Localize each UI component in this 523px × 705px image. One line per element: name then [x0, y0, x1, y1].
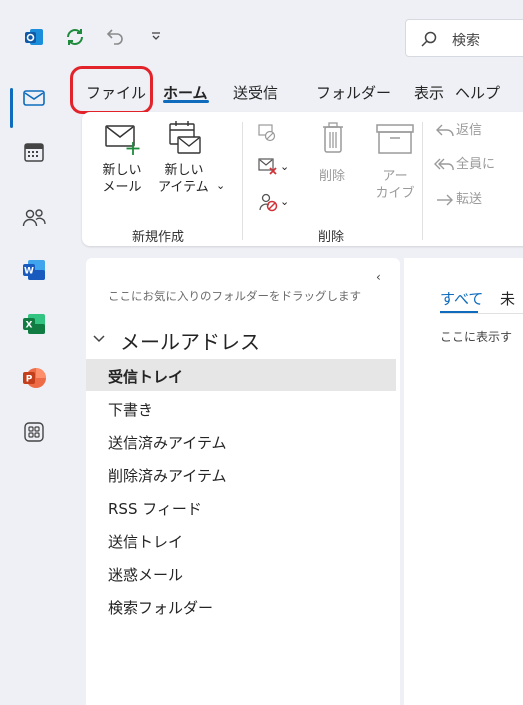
cleanup-icon: [258, 158, 277, 175]
folder-rss[interactable]: RSS フィード: [86, 491, 396, 523]
new-item-icon: [169, 121, 201, 154]
mail-icon: [23, 90, 45, 106]
reply-all-icon: [434, 158, 454, 171]
filter-unread-tab[interactable]: 未: [500, 288, 515, 309]
archive-label-1: アー: [382, 169, 408, 184]
filter-active-underline: [440, 311, 478, 313]
forward-icon: [437, 194, 453, 206]
cleanup-dropdown-icon: ⌄: [280, 160, 290, 173]
block-sender-icon: [259, 193, 278, 212]
qat-dropdown-icon[interactable]: [150, 30, 162, 42]
people-icon: [22, 209, 46, 227]
new-item-dropdown-icon: ⌄: [216, 179, 226, 192]
new-mail-label-1: 新しい: [102, 163, 142, 178]
powerpoint-icon: P: [23, 368, 46, 388]
trash-icon: [323, 122, 343, 153]
message-list: すべて 未 ここに表示す: [404, 258, 523, 705]
account-name: メールアドレス: [120, 330, 260, 354]
group-separator: [242, 122, 243, 240]
folder-label: 検索フォルダー: [108, 599, 214, 617]
excel-icon: X: [23, 314, 45, 334]
favorites-hint: ここにお気に入りのフォルダーをドラッグします: [108, 289, 361, 303]
delete-label: 削除: [318, 169, 345, 184]
outlook-logo-icon[interactable]: [24, 28, 44, 46]
tab-send-receive[interactable]: 送受信: [233, 82, 278, 103]
ribbon: 新しい メール 新しい アイテム ⌄ 新規作成 ⌄ ⌄ 削除 アー カイブ 削除…: [82, 112, 523, 246]
rail-mail[interactable]: [14, 78, 54, 118]
archive-label-2: カイブ: [375, 186, 415, 201]
delete-group-label: 削除: [318, 230, 345, 245]
account-header[interactable]: メールアドレス: [86, 324, 400, 354]
new-mail-label-2: メール: [102, 180, 142, 195]
rail-more-apps[interactable]: [14, 412, 54, 452]
folder-label: 下書き: [108, 401, 154, 419]
group-separator: [422, 122, 423, 240]
folder-label: RSS フィード: [108, 500, 202, 518]
folder-label: 削除済みアイテム: [108, 467, 227, 485]
active-tab-underline: [163, 100, 209, 103]
sync-icon[interactable]: [64, 26, 86, 48]
folder-sent[interactable]: 送信済みアイテム: [86, 425, 396, 457]
undo-icon[interactable]: [106, 26, 126, 46]
collapse-pane-icon[interactable]: ‹: [376, 270, 381, 284]
rail-powerpoint[interactable]: P: [14, 358, 54, 398]
filter-all-tab[interactable]: すべて: [440, 288, 483, 309]
rail-word[interactable]: W: [14, 250, 54, 290]
apps-grid-icon: [24, 422, 44, 442]
word-letter: W: [24, 267, 34, 277]
reply-all-label: 全員に: [456, 157, 496, 172]
chevron-down-icon: [93, 335, 105, 343]
search-placeholder: 検索: [452, 33, 480, 49]
powerpoint-letter: P: [26, 375, 33, 385]
excel-letter: X: [26, 321, 33, 331]
forward-label: 転送: [456, 192, 483, 207]
folder-label: 受信トレイ: [108, 368, 184, 386]
folder-label: 送信トレイ: [108, 533, 184, 551]
archive-icon: [376, 124, 414, 154]
rail-excel[interactable]: X: [14, 304, 54, 344]
folder-search[interactable]: 検索フォルダー: [86, 590, 396, 622]
folder-label: 送信済みアイテム: [108, 434, 227, 452]
list-divider: [440, 313, 523, 314]
app-rail: W X P: [0, 70, 68, 705]
folder-junk[interactable]: 迷惑メール: [86, 557, 396, 589]
folder-label: 迷惑メール: [108, 566, 184, 584]
rail-people[interactable]: [14, 198, 54, 238]
reply-label: 返信: [456, 123, 483, 138]
tab-view[interactable]: 表示: [414, 82, 444, 103]
rail-calendar[interactable]: [14, 132, 54, 172]
block-dropdown-icon: ⌄: [280, 195, 290, 208]
new-item-label-1: 新しい: [164, 163, 204, 178]
search-icon: [421, 31, 437, 47]
title-bar: 検索: [0, 0, 523, 70]
folder-pane: ‹ ここにお気に入りのフォルダーをドラッグします メールアドレス 受信トレイ 下…: [86, 258, 400, 705]
new-mail-icon: [105, 125, 140, 155]
tab-help[interactable]: ヘルプ: [455, 82, 500, 103]
folder-deleted[interactable]: 削除済みアイテム: [86, 458, 396, 490]
new-group-label: 新規作成: [132, 230, 185, 245]
folder-drafts[interactable]: 下書き: [86, 392, 396, 424]
empty-list-message: ここに表示す: [440, 330, 513, 344]
ignore-icon[interactable]: [258, 124, 276, 142]
new-item-label-2: アイテム: [158, 180, 209, 195]
folder-inbox[interactable]: 受信トレイ: [86, 359, 396, 391]
reply-icon: [436, 124, 454, 137]
calendar-icon: [24, 143, 44, 162]
file-tab-highlight: [70, 66, 153, 114]
tab-folder[interactable]: フォルダー: [316, 82, 391, 103]
rail-active-indicator: [10, 88, 13, 128]
word-icon: W: [23, 260, 45, 280]
search-input[interactable]: 検索: [405, 19, 523, 57]
folder-outbox[interactable]: 送信トレイ: [86, 524, 396, 556]
